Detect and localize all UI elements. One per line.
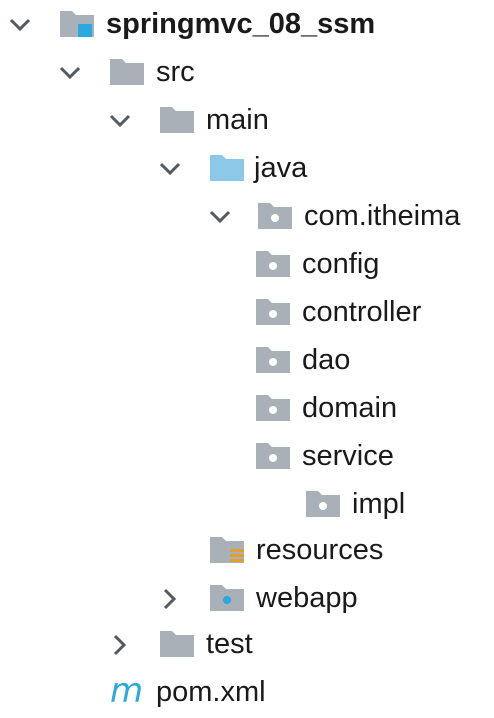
tree-row-pom-xml[interactable]: m pom.xml [0,669,494,717]
folder-icon [160,107,194,133]
tree-row-service[interactable]: service [0,433,494,481]
tree-label-domain: domain [302,392,398,424]
tree-row-com-itheima[interactable]: com.itheima [0,193,494,241]
tree-label-java: java [254,152,308,184]
tree-label-test: test [206,628,253,660]
tree-row-java[interactable]: java [0,145,494,193]
tree-label-resources: resources [256,534,384,566]
tree-label-pom-xml: pom.xml [156,676,266,708]
package-icon [306,491,340,517]
package-icon [256,395,290,421]
tree-row-domain[interactable]: domain [0,385,494,433]
source-root-folder-icon [210,155,244,181]
resources-root-folder-icon [210,537,244,563]
package-icon [256,347,290,373]
package-icon [256,251,290,277]
tree-label-main: main [206,104,269,136]
tree-row-test[interactable]: test [0,621,494,669]
tree-label-root: springmvc_08_ssm [106,8,376,40]
folder-icon [110,59,144,85]
chevron-down-icon[interactable] [6,11,34,39]
tree-label-service: service [302,440,394,472]
project-tree: springmvc_08_ssm src main java com.ithei… [0,0,494,718]
chevron-right-icon[interactable] [156,585,184,613]
tree-row-webapp[interactable]: webapp [0,575,494,623]
tree-row-src[interactable]: src [0,49,494,97]
tree-label-impl: impl [352,488,406,520]
tree-row-config[interactable]: config [0,241,494,289]
tree-row-main[interactable]: main [0,97,494,145]
chevron-down-icon[interactable] [56,59,84,87]
chevron-down-icon[interactable] [206,203,234,231]
chevron-right-icon[interactable] [106,631,134,659]
tree-row-controller[interactable]: controller [0,289,494,337]
tree-row-root[interactable]: springmvc_08_ssm [0,1,494,49]
tree-label-webapp: webapp [256,582,358,614]
chevron-down-icon[interactable] [106,107,134,135]
tree-label-config: config [302,248,380,280]
project-module-icon [60,11,94,37]
folder-icon [160,631,194,657]
package-icon [258,203,292,229]
package-icon [256,443,290,469]
maven-m-icon: m [110,671,144,711]
tree-label-com-itheima: com.itheima [304,200,461,232]
tree-row-impl[interactable]: impl [0,481,494,529]
tree-row-dao[interactable]: dao [0,337,494,385]
chevron-down-icon[interactable] [156,155,184,183]
tree-label-src: src [156,56,195,88]
tree-row-resources[interactable]: resources [0,527,494,575]
tree-label-dao: dao [302,344,351,376]
tree-label-controller: controller [302,296,422,328]
package-icon [256,299,290,325]
web-folder-icon [210,585,244,611]
